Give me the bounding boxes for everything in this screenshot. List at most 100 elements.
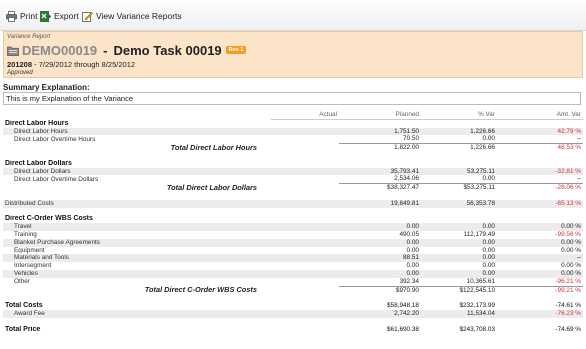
table-row: Materials and Tools88.510.00--88.51 bbox=[3, 254, 583, 263]
cell-actual: 2,534.06 bbox=[394, 175, 419, 183]
cell-pct: -74.69 % bbox=[555, 325, 581, 333]
row-label: Travel bbox=[3, 223, 271, 231]
edit-report-icon bbox=[82, 11, 93, 22]
cell-planned: 0.00 bbox=[482, 262, 495, 270]
section-spacer bbox=[3, 208, 583, 216]
printer-icon bbox=[6, 10, 17, 22]
row-label: Equipment bbox=[14, 246, 45, 254]
print-button[interactable]: Print bbox=[6, 8, 37, 24]
print-label: Print bbox=[20, 11, 38, 21]
row-label: Direct Labor Hours bbox=[3, 127, 271, 136]
section-spacer bbox=[3, 152, 583, 160]
cell-pct: 0.00 % bbox=[561, 246, 581, 254]
cell-actual: 35,793.41 bbox=[339, 167, 421, 176]
cell-planned: $232,173.99 bbox=[459, 302, 495, 310]
variance-table: Actual Planned % Var Amt. Var Direct Lab… bbox=[3, 111, 583, 333]
cell-pct: 0.00 % bbox=[497, 223, 583, 231]
task-separator: - bbox=[103, 42, 108, 58]
table-row: Direct Labor Overtime Hours70.500.00--70… bbox=[3, 135, 583, 143]
cell-planned: 0.00 bbox=[482, 135, 495, 143]
cell-actual: $61,690.38 bbox=[387, 325, 419, 333]
empty-cell bbox=[271, 262, 339, 270]
report-period: 201208 - 7/29/2012 through 8/25/2012 bbox=[7, 60, 135, 69]
spacer-cell bbox=[3, 192, 583, 200]
cell-actual: 0.00 bbox=[339, 238, 421, 247]
table-row: Direct Labor Hours 1,751.50 1,226.66 42.79 … bbox=[3, 127, 583, 136]
empty-cell bbox=[271, 309, 339, 318]
cell-planned: $122,545.10 bbox=[421, 285, 497, 295]
section-spacer bbox=[3, 294, 583, 302]
cell-pct: 0.00 % bbox=[497, 269, 583, 278]
cell-pct: -- bbox=[576, 135, 581, 143]
cell-planned: 10,365.61 bbox=[466, 277, 495, 285]
table-row: Distributed Costs 19,649.81 56,353.78 -65.1… bbox=[3, 199, 583, 208]
empty-cell bbox=[271, 254, 339, 263]
row-label: Other bbox=[14, 277, 30, 285]
cell-actual: 0.00 bbox=[339, 223, 421, 231]
export-button[interactable]: Export bbox=[40, 8, 79, 24]
spacer-cell bbox=[3, 152, 583, 160]
row-label: Distributed Costs bbox=[3, 199, 271, 208]
summary-label: Summary Explanation: bbox=[3, 83, 90, 92]
view-variance-reports-button[interactable]: View Variance Reports bbox=[82, 8, 182, 24]
cell-pct: 48.53 % bbox=[497, 143, 583, 152]
period-code: 201208 bbox=[7, 60, 33, 69]
cell-planned: 0.00 bbox=[421, 254, 497, 263]
section-title: Direct Labor Hours bbox=[5, 119, 69, 127]
toolbar: Print Export View Variance Reports bbox=[0, 0, 586, 31]
empty-cell bbox=[271, 238, 339, 247]
cell-pct: -- bbox=[497, 254, 583, 263]
cell-planned: 11,534.04 bbox=[421, 309, 497, 318]
period-range: - 7/29/2012 through 8/25/2012 bbox=[32, 60, 136, 69]
total-label: Total Direct C-Order WBS Costs bbox=[144, 286, 257, 295]
empty-cell bbox=[271, 326, 339, 334]
section-header-row: Total Price $61,690.38 $243,708.03 -74.69 %… bbox=[3, 326, 583, 334]
cell-actual: 0.00 bbox=[406, 262, 419, 270]
cell-pct: -- bbox=[576, 175, 581, 183]
table-row: Blanket Purchase Agreements 0.00 0.00 0.00 … bbox=[3, 238, 583, 247]
section-title: Total Price bbox=[5, 325, 41, 333]
section-header-row: Total Costs $58,948.18 $232,173.99 -74.61 %… bbox=[3, 302, 583, 310]
row-spacer bbox=[3, 192, 583, 200]
section-header-row: Direct Labor Hours bbox=[3, 119, 583, 127]
view-variance-reports-label: View Variance Reports bbox=[96, 11, 182, 21]
summary-explanation-field[interactable]: This is my Explanation of the Variance bbox=[3, 92, 581, 105]
cell-planned: 0.00 bbox=[421, 269, 497, 278]
cell-actual: 19,649.81 bbox=[339, 199, 421, 208]
cell-planned: 0.00 bbox=[421, 223, 497, 231]
empty-cell bbox=[271, 278, 339, 286]
table-row: Award Fee2,742.2011,534.04-76.23 %-8,791… bbox=[3, 309, 583, 318]
spacer-cell bbox=[3, 294, 583, 302]
cell-actual: 70.50 bbox=[403, 135, 419, 143]
row-label: Direct Labor Overtime Hours bbox=[14, 135, 96, 143]
export-label: Export bbox=[54, 11, 79, 21]
cell-actual: 0.00 bbox=[406, 246, 419, 254]
report-type-label: Variance Report bbox=[7, 34, 51, 40]
section-header-row: Direct Labor Dollars bbox=[3, 160, 583, 168]
cell-pct: 0.00 % bbox=[497, 238, 583, 247]
revision-badge: Rev 1 bbox=[225, 46, 247, 54]
task-title: DEMO00019 - Demo Task 00019 Rev 1 bbox=[7, 42, 247, 58]
cell-actual: $58,948.18 bbox=[387, 302, 419, 310]
cell-pct: 42.79 % bbox=[497, 127, 583, 136]
spacer-cell bbox=[3, 208, 583, 216]
row-label: Direct Labor Dollars bbox=[3, 167, 271, 176]
cell-planned: $243,708.03 bbox=[459, 325, 495, 333]
row-label: Intersegment bbox=[14, 262, 52, 270]
cell-pct: -99.56 % bbox=[555, 230, 581, 238]
spacer-cell bbox=[3, 318, 583, 326]
cell-pct: -74.61 % bbox=[555, 302, 581, 310]
row-label: Award Fee bbox=[3, 309, 271, 318]
cell-planned: 112,179.49 bbox=[463, 230, 495, 238]
approval-status: Approved bbox=[7, 70, 33, 76]
table-row: Training490.05112,179.49-99.56 %-111,689… bbox=[3, 231, 583, 239]
empty-cell bbox=[271, 199, 339, 208]
section-title: Direct C-Order WBS Costs bbox=[5, 215, 93, 223]
table-row: Travel0.000.000.00 %0.00 bbox=[3, 223, 583, 231]
table-row: Equipment0.000.000.00 %0.00 bbox=[3, 247, 583, 255]
table-row: Vehicles0.000.000.00 %0.00 bbox=[3, 269, 583, 278]
cell-pct: -76.23 % bbox=[497, 309, 583, 318]
cell-actual: 88.51 bbox=[339, 254, 421, 263]
section-title: Total Costs bbox=[5, 302, 43, 310]
cell-actual: 392.34 bbox=[399, 277, 419, 285]
